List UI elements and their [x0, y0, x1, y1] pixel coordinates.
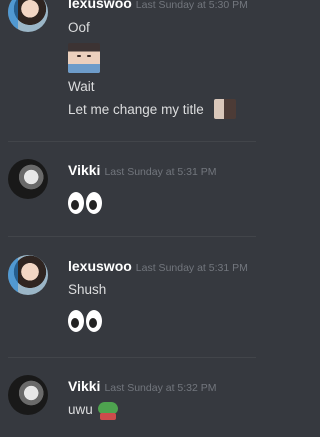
- eye-left: [68, 310, 84, 332]
- eye-right: [86, 310, 102, 332]
- message-text: uwu: [68, 402, 93, 417]
- eyes-emoji: [68, 310, 106, 334]
- message-group-vikki-1: Vikki Last Sunday at 5:31 PM: [0, 152, 256, 222]
- pepe-emoji: [98, 402, 118, 420]
- message-divider: [8, 141, 256, 142]
- custom-title-emoji: [214, 99, 236, 119]
- timestamp: Last Sunday at 5:30 PM: [135, 0, 248, 11]
- pupil: [71, 200, 79, 210]
- username[interactable]: lexuswoo: [68, 0, 132, 11]
- user-avatar-lexuswoo[interactable]: [8, 0, 48, 32]
- eye-left: [68, 192, 84, 214]
- pupil: [89, 200, 97, 210]
- user-avatar-lexuswoo[interactable]: [8, 255, 48, 295]
- message-divider: [8, 236, 256, 237]
- username[interactable]: Vikki: [68, 378, 100, 394]
- username[interactable]: lexuswoo: [68, 258, 132, 274]
- pupil: [71, 318, 79, 328]
- message-header: Vikki Last Sunday at 5:32 PM: [68, 376, 217, 395]
- avatar-highlight: [8, 0, 18, 32]
- eye-right: [86, 192, 102, 214]
- message-group-vikki-2: Vikki Last Sunday at 5:32 PM uwu: [0, 368, 256, 437]
- pepe-body: [100, 413, 116, 420]
- message-divider: [8, 357, 256, 358]
- message-text: Wait: [68, 79, 95, 94]
- message-text: Oof: [68, 20, 90, 35]
- message-text: Shush: [68, 282, 107, 297]
- pupil: [89, 318, 97, 328]
- timestamp: Last Sunday at 5:31 PM: [104, 166, 217, 178]
- message-group-lexuswoo-2: lexuswoo Last Sunday at 5:31 PM Shush: [0, 248, 256, 338]
- user-avatar-vikki[interactable]: [8, 159, 48, 199]
- username[interactable]: Vikki: [68, 162, 100, 178]
- message-text: Let me change my title: [68, 102, 204, 117]
- message-header: lexuswoo Last Sunday at 5:30 PM: [68, 0, 248, 12]
- user-avatar-vikki[interactable]: [8, 375, 48, 415]
- message-group-lexuswoo-1: lexuswoo Last Sunday at 5:30 PM Oof Wait …: [0, 0, 256, 140]
- emoji-eye: [87, 55, 91, 57]
- timestamp: Last Sunday at 5:32 PM: [104, 382, 217, 394]
- eyes-emoji: [68, 192, 106, 216]
- custom-face-emoji: [68, 43, 100, 73]
- message-header: lexuswoo Last Sunday at 5:31 PM: [68, 256, 248, 275]
- avatar-highlight: [8, 255, 18, 295]
- emoji-blue-overlay: [68, 64, 100, 73]
- timestamp: Last Sunday at 5:31 PM: [135, 262, 248, 274]
- emoji-eye: [77, 55, 81, 57]
- message-header: Vikki Last Sunday at 5:31 PM: [68, 160, 217, 179]
